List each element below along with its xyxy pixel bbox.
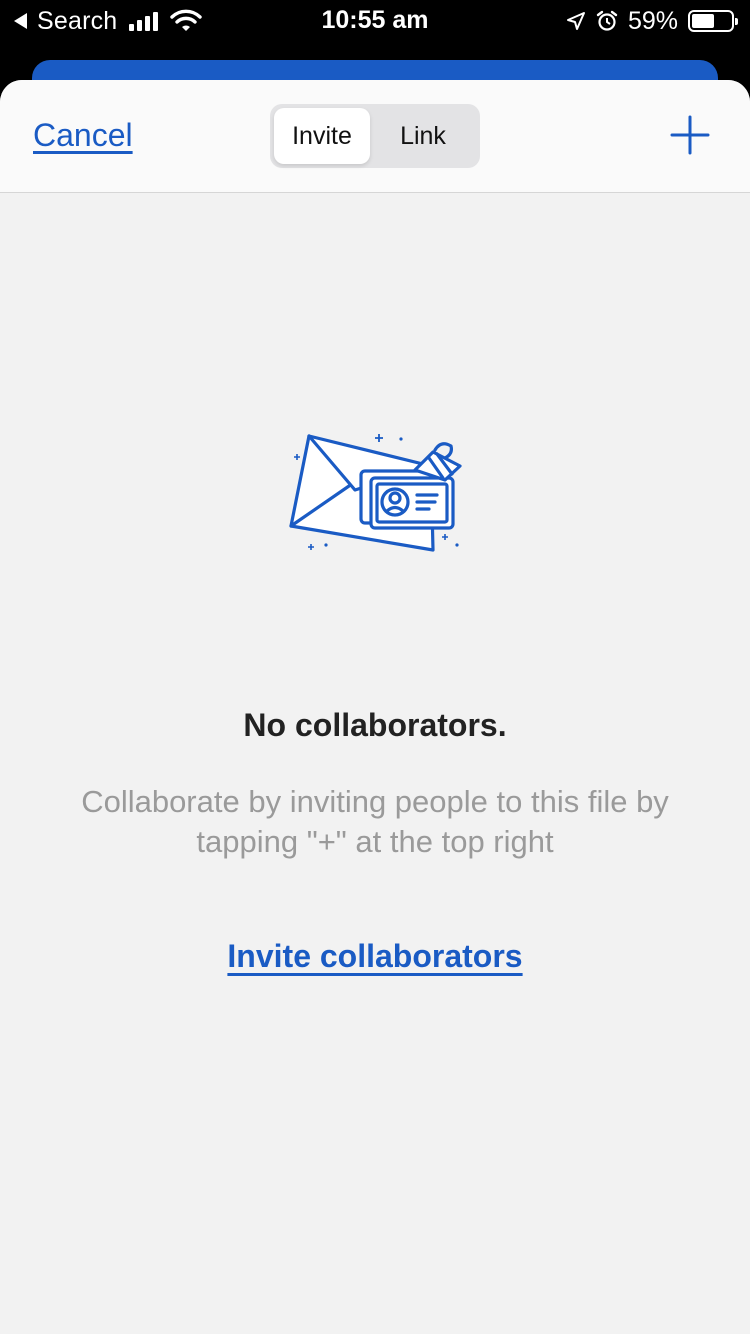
sheet-nav-bar: Cancel Invite Link <box>0 80 750 193</box>
location-arrow-icon <box>566 12 585 30</box>
screen: Search 10:55 am 59% Cancel Invite Link N… <box>0 0 750 1334</box>
battery-percent: 59% <box>627 6 678 35</box>
cancel-button[interactable]: Cancel <box>33 117 133 154</box>
battery-icon <box>688 10 738 32</box>
segment-invite[interactable]: Invite <box>274 108 370 164</box>
invite-collaborators-label: Invite collaborators <box>227 938 523 974</box>
invite-link-segmented-control: Invite Link <box>270 104 480 168</box>
plus-icon <box>670 115 710 155</box>
collaborators-sheet: Cancel Invite Link No collaborators. Col… <box>0 80 750 1334</box>
empty-state-title: No collaborators. <box>243 707 507 743</box>
status-bar: Search 10:55 am 59% <box>0 0 750 42</box>
battery-level-fill <box>692 14 715 28</box>
segment-link[interactable]: Link <box>370 108 476 164</box>
empty-state-description: Collaborate by inviting people to this f… <box>81 784 669 859</box>
alarm-icon <box>596 10 618 31</box>
envelope-contact-card-icon <box>289 434 462 552</box>
invite-collaborators-link[interactable]: Invite collaborators <box>0 938 750 975</box>
status-right: 59% <box>566 6 738 36</box>
add-collaborator-button[interactable] <box>670 115 710 155</box>
